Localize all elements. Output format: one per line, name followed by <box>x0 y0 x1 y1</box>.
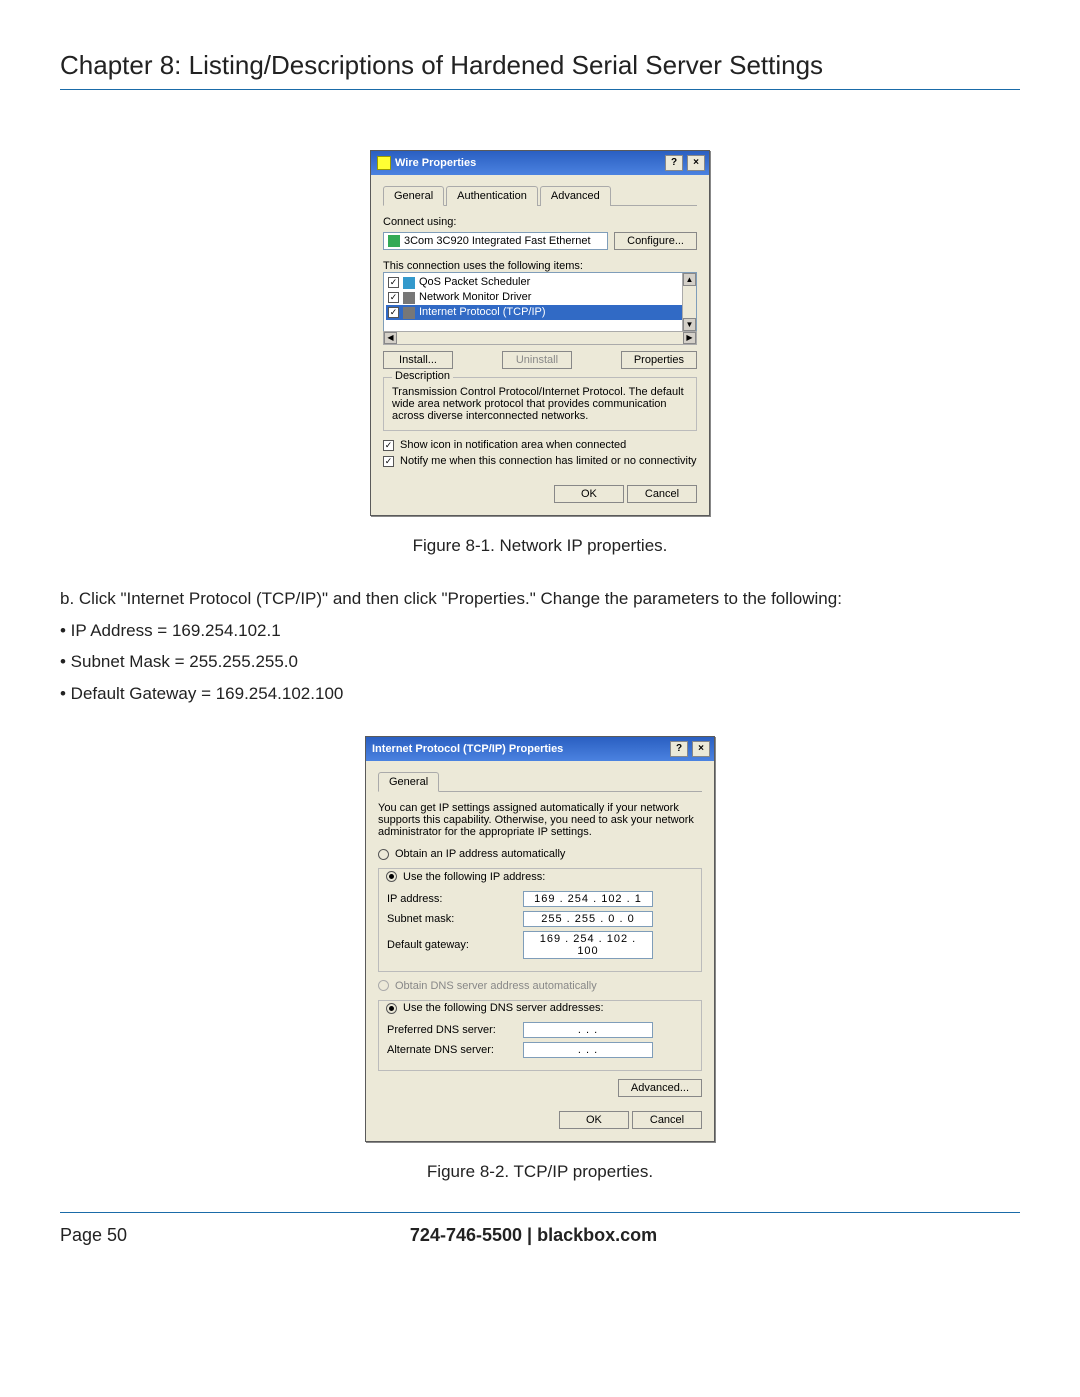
use-ip-row[interactable]: Use the following IP address: <box>383 871 548 883</box>
subnet-label: Subnet mask: <box>387 913 517 925</box>
alt-dns-field[interactable]: . . . <box>523 1042 653 1058</box>
ok-button[interactable]: OK <box>554 485 624 503</box>
chapter-title: Chapter 8: Listing/Descriptions of Harde… <box>60 50 1020 90</box>
tab-general[interactable]: General <box>378 772 439 792</box>
use-dns-group: Use the following DNS server addresses: … <box>378 1000 702 1072</box>
connect-using-label: Connect using: <box>383 216 697 228</box>
close-button[interactable]: × <box>692 741 710 757</box>
radio-icon[interactable] <box>386 1003 397 1014</box>
intro-text: You can get IP settings assigned automat… <box>378 802 702 838</box>
properties-button[interactable]: Properties <box>621 351 697 369</box>
titlebar: Internet Protocol (TCP/IP) Properties ? … <box>366 737 714 761</box>
component-icon <box>403 277 415 289</box>
use-dns-row[interactable]: Use the following DNS server addresses: <box>383 1002 607 1014</box>
list-item[interactable]: ✓ Network Monitor Driver <box>386 290 694 305</box>
component-icon <box>403 307 415 319</box>
group-title: Description <box>392 370 453 382</box>
wire-properties-dialog: Wire Properties ? × General Authenticati… <box>370 150 710 516</box>
item-label: Internet Protocol (TCP/IP) <box>419 305 546 320</box>
ip-address-field[interactable]: 169 . 254 . 102 . 1 <box>523 891 653 907</box>
scroll-right-icon[interactable]: ▶ <box>683 332 696 344</box>
figure-2: Internet Protocol (TCP/IP) Properties ? … <box>60 736 1020 1182</box>
close-button[interactable]: × <box>687 155 705 171</box>
page-footer: Page 50 724-746-5500 | blackbox.com <box>60 1212 1020 1246</box>
window-title: Internet Protocol (TCP/IP) Properties <box>372 743 666 755</box>
titlebar: Wire Properties ? × <box>371 151 709 175</box>
help-button[interactable]: ? <box>670 741 688 757</box>
install-button[interactable]: Install... <box>383 351 453 369</box>
checkbox-icon[interactable]: ✓ <box>388 292 399 303</box>
adapter-name: 3Com 3C920 Integrated Fast Ethernet <box>404 235 591 247</box>
tab-advanced[interactable]: Advanced <box>540 186 611 206</box>
gateway-field[interactable]: 169 . 254 . 102 . 100 <box>523 931 653 959</box>
component-icon <box>403 292 415 304</box>
obtain-ip-row[interactable]: Obtain an IP address automatically <box>378 848 702 860</box>
cancel-button[interactable]: Cancel <box>627 485 697 503</box>
items-label: This connection uses the following items… <box>383 260 697 272</box>
subnet-mask-field[interactable]: 255 . 255 . 0 . 0 <box>523 911 653 927</box>
tab-general[interactable]: General <box>383 186 444 206</box>
nic-icon <box>388 235 400 247</box>
item-label: QoS Packet Scheduler <box>419 275 530 290</box>
configure-button[interactable]: Configure... <box>614 232 697 250</box>
radio-icon[interactable] <box>386 871 397 882</box>
scrollbar-vertical[interactable]: ▲ ▼ <box>682 273 696 331</box>
checkbox-icon[interactable]: ✓ <box>383 440 394 451</box>
pref-dns-field[interactable]: . . . <box>523 1022 653 1038</box>
uninstall-button: Uninstall <box>502 351 572 369</box>
obtain-dns-label: Obtain DNS server address automatically <box>395 980 597 992</box>
tab-strip: General Authentication Advanced <box>383 185 697 206</box>
notify-row[interactable]: ✓ Notify me when this connection has lim… <box>383 455 697 467</box>
obtain-dns-row: Obtain DNS server address automatically <box>378 980 702 992</box>
ok-button[interactable]: OK <box>559 1111 629 1129</box>
adapter-field: 3Com 3C920 Integrated Fast Ethernet <box>383 232 608 250</box>
tab-authentication[interactable]: Authentication <box>446 186 538 206</box>
scroll-down-icon[interactable]: ▼ <box>683 318 696 331</box>
obtain-ip-label: Obtain an IP address automatically <box>395 848 565 860</box>
instruction-b: b. Click "Internet Protocol (TCP/IP)" an… <box>60 586 1020 612</box>
tab-strip: General <box>378 771 702 792</box>
checkbox-icon[interactable]: ✓ <box>383 456 394 467</box>
bullet-gateway: • Default Gateway = 169.254.102.100 <box>60 681 1020 707</box>
list-item-selected[interactable]: ✓ Internet Protocol (TCP/IP) <box>386 305 694 320</box>
use-ip-group: Use the following IP address: IP address… <box>378 868 702 972</box>
advanced-button[interactable]: Advanced... <box>618 1079 702 1097</box>
figure-1: Wire Properties ? × General Authenticati… <box>60 150 1020 556</box>
cancel-button[interactable]: Cancel <box>632 1111 702 1129</box>
figure-2-caption: Figure 8-2. TCP/IP properties. <box>60 1162 1020 1182</box>
list-item[interactable]: ✓ QoS Packet Scheduler <box>386 275 694 290</box>
show-icon-label: Show icon in notification area when conn… <box>400 439 626 451</box>
gateway-label: Default gateway: <box>387 939 517 951</box>
radio-icon <box>378 980 389 991</box>
notify-label: Notify me when this connection has limit… <box>400 455 697 467</box>
bullet-ip: • IP Address = 169.254.102.1 <box>60 618 1020 644</box>
use-dns-label: Use the following DNS server addresses: <box>403 1002 604 1014</box>
pref-dns-label: Preferred DNS server: <box>387 1024 517 1036</box>
figure-1-caption: Figure 8-1. Network IP properties. <box>60 536 1020 556</box>
scroll-left-icon[interactable]: ◀ <box>384 332 397 344</box>
tcpip-properties-dialog: Internet Protocol (TCP/IP) Properties ? … <box>365 736 715 1142</box>
items-listbox[interactable]: ✓ QoS Packet Scheduler ✓ Network Monitor… <box>383 272 697 332</box>
ip-label: IP address: <box>387 893 517 905</box>
use-ip-label: Use the following IP address: <box>403 871 545 883</box>
app-icon <box>377 156 391 170</box>
help-button[interactable]: ? <box>665 155 683 171</box>
footer-contact: 724-746-5500 | blackbox.com <box>127 1225 940 1246</box>
bullet-subnet: • Subnet Mask = 255.255.255.0 <box>60 649 1020 675</box>
description-text: Transmission Control Protocol/Internet P… <box>392 386 688 422</box>
alt-dns-label: Alternate DNS server: <box>387 1044 517 1056</box>
description-group: Description Transmission Control Protoco… <box>383 377 697 431</box>
checkbox-icon[interactable]: ✓ <box>388 277 399 288</box>
checkbox-icon[interactable]: ✓ <box>388 307 399 318</box>
scrollbar-horizontal[interactable]: ◀ ▶ <box>383 331 697 345</box>
radio-icon[interactable] <box>378 849 389 860</box>
item-label: Network Monitor Driver <box>419 290 531 305</box>
window-title: Wire Properties <box>395 157 661 169</box>
show-icon-row[interactable]: ✓ Show icon in notification area when co… <box>383 439 697 451</box>
page-number: Page 50 <box>60 1225 127 1246</box>
scroll-up-icon[interactable]: ▲ <box>683 273 696 286</box>
